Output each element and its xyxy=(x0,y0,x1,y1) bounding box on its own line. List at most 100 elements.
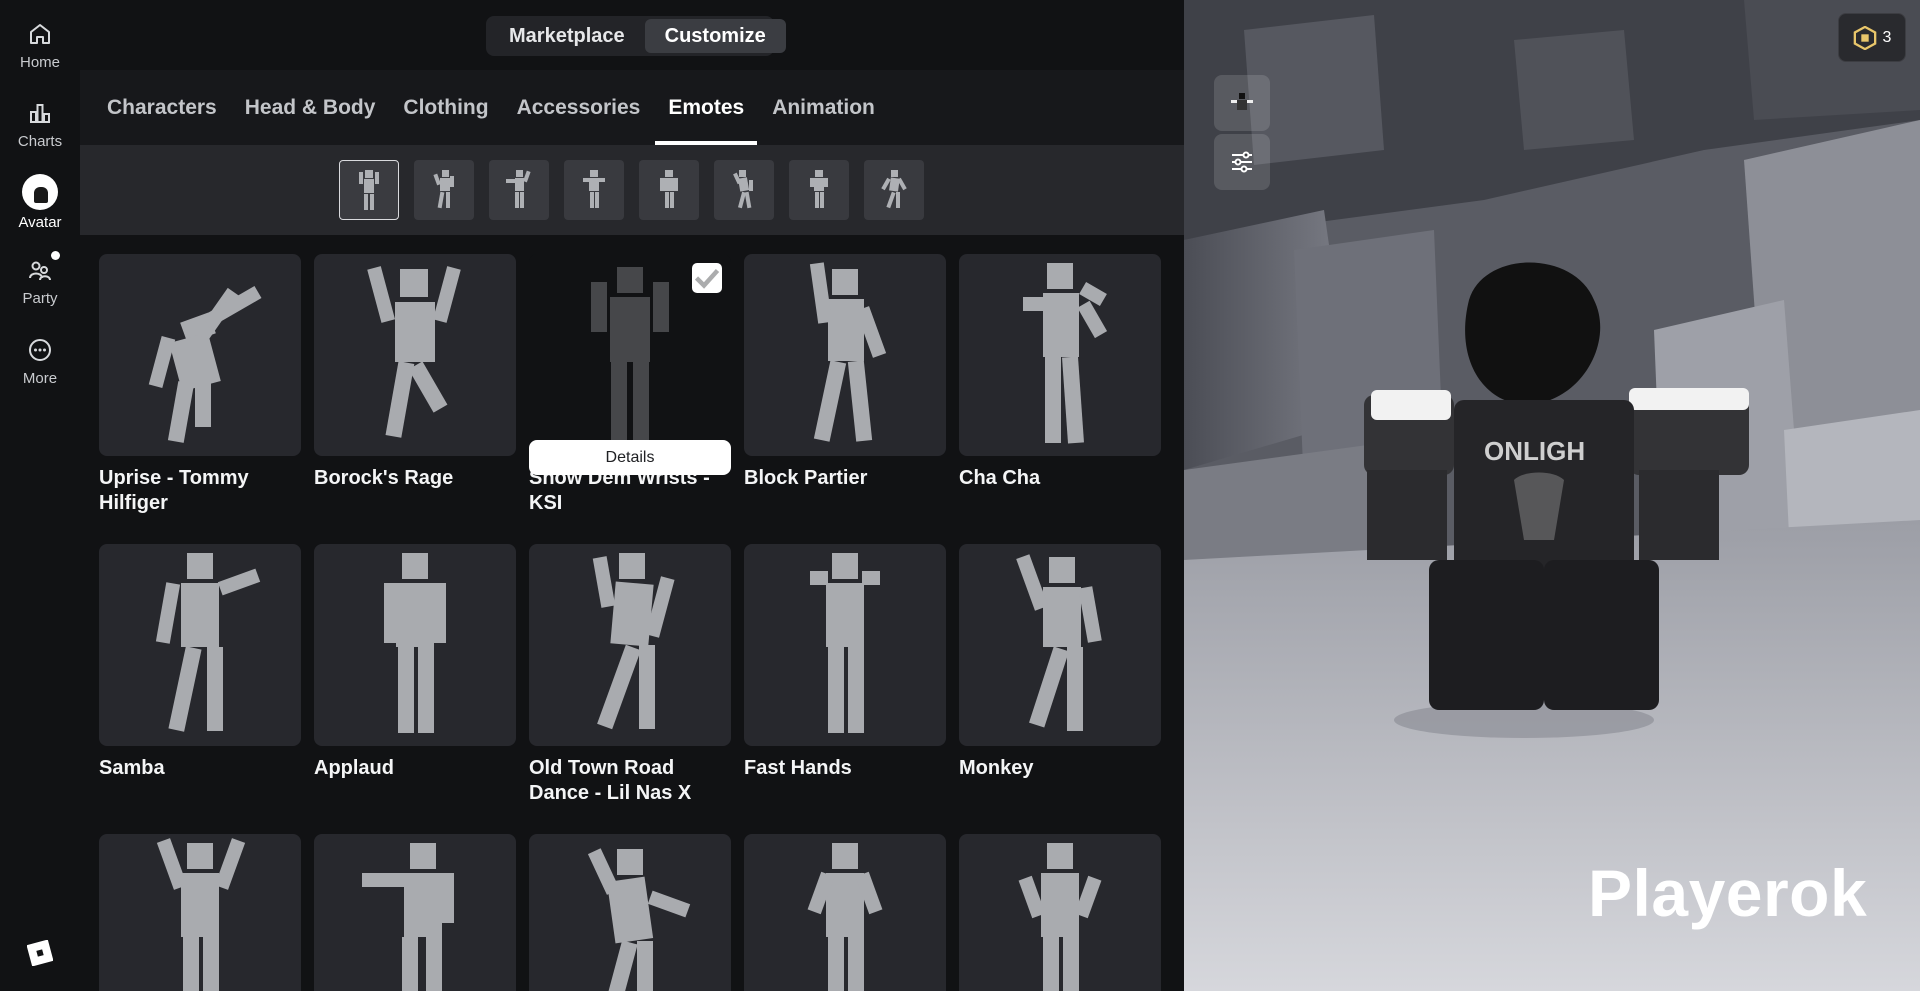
emote-card-borocks-rage[interactable]: Borock's Rage xyxy=(314,254,516,491)
home-icon xyxy=(30,24,50,44)
party-icon xyxy=(29,261,51,281)
shirt-print: ONLIGH xyxy=(1484,436,1585,466)
emote-slot[interactable] xyxy=(339,160,399,220)
emote-slot[interactable] xyxy=(414,160,474,220)
scene-background: ONLIGH xyxy=(1184,0,1920,991)
top-segmented-control: Marketplace Customize xyxy=(486,16,786,56)
nav-item-more[interactable]: More xyxy=(0,336,80,408)
robux-balance[interactable]: 3 xyxy=(1838,13,1906,62)
tab-clothing[interactable]: Clothing xyxy=(389,70,502,145)
emote-pose-icon xyxy=(506,170,531,208)
tab-marketplace[interactable]: Marketplace xyxy=(489,19,645,53)
emote-thumbnail xyxy=(744,254,946,456)
emote-card[interactable] xyxy=(99,834,301,991)
emote-name: Monkey xyxy=(959,757,1034,779)
emote-pose-icon xyxy=(810,553,880,733)
emote-pose-icon xyxy=(592,553,675,730)
tab-emotes[interactable]: Emotes xyxy=(654,70,758,145)
emote-thumbnail xyxy=(99,834,301,991)
nav-label-charts: Charts xyxy=(17,133,63,150)
emote-pose-icon xyxy=(148,285,262,443)
nav-item-party[interactable]: Party xyxy=(0,256,80,328)
emote-thumbnail xyxy=(959,254,1161,456)
emote-card-applaud[interactable]: Applaud xyxy=(314,544,516,781)
emote-pose-icon xyxy=(384,553,446,733)
emote-name: Fast Hands xyxy=(744,757,852,779)
emote-name: Cha Cha xyxy=(959,467,1041,489)
tab-animation[interactable]: Animation xyxy=(758,70,889,145)
avatar-preview-scene[interactable]: ONLIGH xyxy=(1184,0,1920,991)
emote-slot[interactable] xyxy=(564,160,624,220)
app-root: Home Charts Avatar Party More Marketplac… xyxy=(0,0,1920,991)
emote-card[interactable] xyxy=(314,834,516,991)
emote-thumbnail xyxy=(314,254,516,456)
emote-slot-bar xyxy=(80,145,1184,235)
tab-head-body[interactable]: Head & Body xyxy=(231,70,390,145)
emote-pose-icon xyxy=(362,843,454,991)
emote-pose-icon xyxy=(583,170,605,208)
emote-pose-icon xyxy=(807,843,883,991)
emote-card-monkey[interactable]: Monkey xyxy=(959,544,1161,781)
details-button[interactable]: Details xyxy=(529,440,731,475)
emote-name: Borock's Rage xyxy=(314,467,454,489)
emote-card-fast-hands[interactable]: Fast Hands xyxy=(744,544,946,781)
emote-card[interactable] xyxy=(744,834,946,991)
emote-pose-icon xyxy=(1018,843,1102,991)
emote-name: Samba xyxy=(99,757,165,779)
tab-customize[interactable]: Customize xyxy=(644,19,786,53)
nav-label-party: Party xyxy=(22,290,58,307)
emote-card[interactable] xyxy=(959,834,1161,991)
emote-card-uprise[interactable]: Uprise - Tommy Hilfiger xyxy=(99,254,301,516)
emote-pose-icon xyxy=(809,262,887,442)
emote-slot[interactable] xyxy=(864,160,924,220)
nav-item-avatar[interactable]: Avatar xyxy=(0,174,80,246)
roblox-logo-icon[interactable] xyxy=(27,940,53,966)
emote-thumbnail xyxy=(529,834,731,991)
emote-pose-icon xyxy=(156,838,246,991)
emote-thumbnail xyxy=(529,544,731,746)
tab-characters[interactable]: Characters xyxy=(93,70,231,145)
emote-card-samba[interactable]: Samba xyxy=(99,544,301,781)
emote-grid: Uprise - Tommy Hilfiger Borock's Rage De… xyxy=(80,235,1184,991)
emote-thumbnail xyxy=(529,254,731,456)
emote-slot[interactable] xyxy=(489,160,549,220)
emote-slot[interactable] xyxy=(639,160,699,220)
tab-accessories[interactable]: Accessories xyxy=(503,70,655,145)
emote-name: Applaud xyxy=(314,757,394,779)
avatar-thumbnail-icon xyxy=(1231,93,1253,110)
equipped-checkbox[interactable] xyxy=(692,263,722,293)
check-icon xyxy=(694,268,720,289)
charts-icon xyxy=(30,104,50,123)
emote-name: Uprise - Tommy Hilfiger xyxy=(99,467,249,514)
player-name: Playerok xyxy=(1588,856,1868,930)
robux-icon xyxy=(1853,25,1876,50)
emote-pose-icon xyxy=(660,170,678,208)
robux-count: 3 xyxy=(1882,28,1892,46)
camera-view-button[interactable] xyxy=(1214,75,1270,131)
nav-item-home[interactable]: Home xyxy=(0,20,80,92)
emote-thumbnail xyxy=(959,834,1161,991)
emote-thumbnail xyxy=(99,254,301,456)
left-nav: Home Charts Avatar Party More xyxy=(0,0,80,991)
emote-pose-icon xyxy=(155,553,261,732)
party-notification-dot xyxy=(51,251,60,260)
category-tabs: Characters Head & Body Clothing Accessor… xyxy=(80,70,1184,145)
emote-name: Old Town Road Dance - Lil Nas X xyxy=(529,757,692,804)
emote-thumbnail xyxy=(959,544,1161,746)
emote-card-cha-cha[interactable]: Cha Cha xyxy=(959,254,1161,491)
emote-thumbnail xyxy=(314,834,516,991)
more-icon xyxy=(29,339,51,361)
emote-card-old-town-road[interactable]: Old Town Road Dance - Lil Nas X xyxy=(529,544,731,806)
settings-sliders-button[interactable] xyxy=(1214,134,1270,190)
emote-pose-icon xyxy=(367,266,461,438)
avatar-icon xyxy=(22,174,58,210)
emote-slot[interactable] xyxy=(789,160,849,220)
nav-item-charts[interactable]: Charts xyxy=(0,99,80,171)
emote-card-show-dem-wrists[interactable]: Details Show Dem Wrists - KSI xyxy=(529,254,731,516)
emote-card-block-partier[interactable]: Block Partier xyxy=(744,254,946,491)
emote-card[interactable] xyxy=(529,834,731,991)
emote-pose-icon xyxy=(1016,554,1102,731)
emote-thumbnail xyxy=(99,544,301,746)
emote-slot[interactable] xyxy=(714,160,774,220)
sliders-icon xyxy=(1232,151,1252,173)
